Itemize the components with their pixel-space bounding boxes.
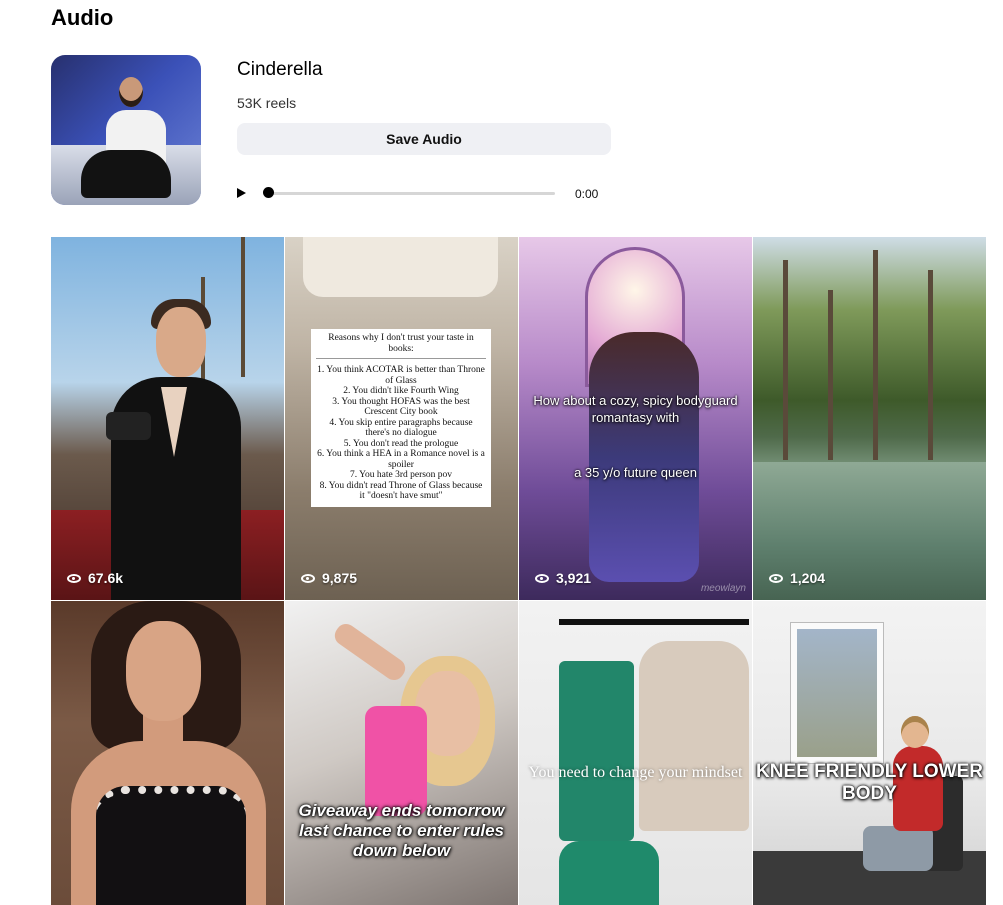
watermark: meowlayn <box>700 583 746 594</box>
view-count: 3,921 <box>535 570 591 586</box>
progress-thumb[interactable] <box>263 187 274 198</box>
audio-cover-image <box>51 55 201 205</box>
tree-trunk <box>828 290 833 460</box>
text-card-title: Reasons why I don't trust your taste in … <box>316 333 486 359</box>
illustrated-couple <box>589 332 699 582</box>
reel-tile[interactable]: Giveaway ends tomorrow last chance to en… <box>285 601 518 905</box>
pink-phone <box>365 706 427 816</box>
text-card-list: 1. You think ACOTAR is better than Thron… <box>317 365 485 501</box>
audio-title: Cinderella <box>237 59 323 80</box>
eye-icon <box>769 573 783 583</box>
reel-tile[interactable]: 1,204 <box>753 237 986 600</box>
view-count-label: 67.6k <box>88 570 124 586</box>
palm-tree <box>241 237 245 377</box>
person-face <box>126 621 201 721</box>
reel-caption: You need to change your mindset <box>528 764 743 781</box>
reel-caption: How about a cozy, spicy bodyguard romant… <box>533 393 738 425</box>
green-top <box>559 841 659 905</box>
view-count-label: 3,921 <box>556 570 592 586</box>
tree-trunk <box>928 270 933 460</box>
text-card: Reasons why I don't trust your taste in … <box>311 329 491 507</box>
view-count: 9,875 <box>301 570 357 586</box>
person-face <box>156 307 206 377</box>
tree-trunk <box>783 260 788 460</box>
eye-icon <box>535 573 549 583</box>
reel-tile[interactable]: Reasons why I don't trust your taste in … <box>285 237 518 600</box>
reel-caption: KNEE FRIENDLY LOWER BODY <box>756 761 983 804</box>
reel-caption: Giveaway ends tomorrow last chance to en… <box>298 801 505 860</box>
reel-caption-2: a 35 y/o future queen <box>574 465 697 480</box>
audio-player: 0:00 <box>237 183 617 205</box>
page-heading: Audio <box>51 5 114 30</box>
eye-icon <box>67 573 81 583</box>
play-icon[interactable] <box>237 188 246 198</box>
tree-trunk <box>873 250 878 460</box>
reel-tile[interactable] <box>51 601 284 905</box>
microphone <box>106 412 151 440</box>
view-count: 1,204 <box>769 570 825 586</box>
person-dress <box>96 786 246 905</box>
room-window <box>791 623 883 763</box>
progress-track[interactable] <box>265 192 555 195</box>
cover-person-head <box>119 77 143 107</box>
person-head <box>901 716 929 748</box>
pillow <box>303 237 498 297</box>
reels-count: 53K reels <box>237 95 297 111</box>
view-count: 67.6k <box>67 570 123 586</box>
reels-grid: 67.6k Reasons why I don't trust your tas… <box>51 237 986 905</box>
save-audio-button[interactable]: Save Audio <box>237 123 611 155</box>
reel-tile[interactable]: You need to change your mindset <box>519 601 752 905</box>
reel-tile[interactable]: KNEE FRIENDLY LOWER BODY <box>753 601 986 905</box>
beige-shirt <box>639 641 749 831</box>
reel-tile[interactable]: How about a cozy, spicy bodyguard romant… <box>519 237 752 600</box>
cover-person-legs <box>81 150 171 198</box>
reel-tile[interactable]: 67.6k <box>51 237 284 600</box>
eye-icon <box>301 573 315 583</box>
view-count-label: 9,875 <box>322 570 358 586</box>
green-leggings <box>559 661 634 841</box>
view-count-label: 1,204 <box>790 570 826 586</box>
time-label: 0:00 <box>575 187 599 201</box>
person-arm <box>330 620 410 684</box>
person-legs <box>863 826 933 871</box>
clothing-rack <box>559 619 749 625</box>
